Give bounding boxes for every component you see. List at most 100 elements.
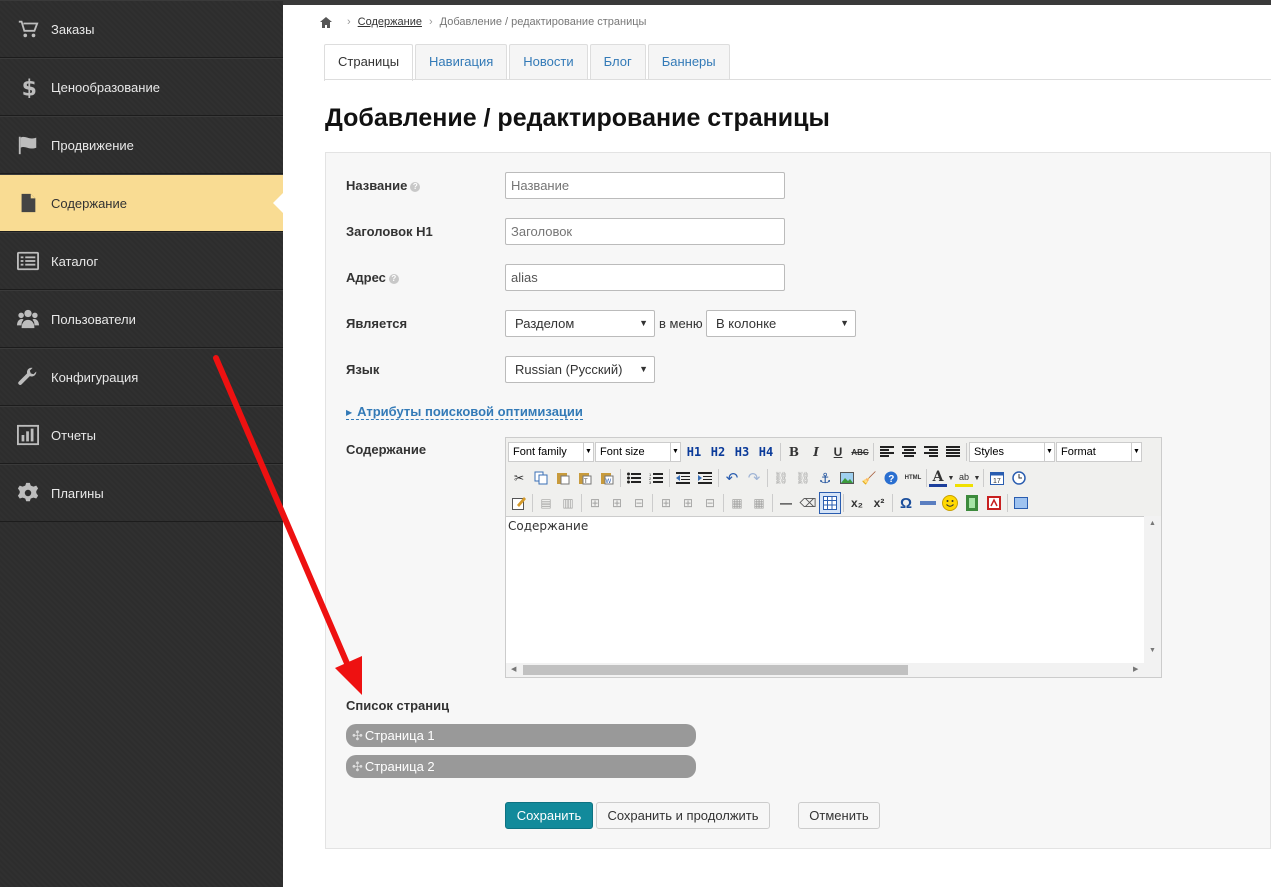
link-icon[interactable]: ⛓ [770, 467, 792, 489]
help-icon[interactable]: ? [388, 274, 399, 284]
text-color-icon[interactable]: A [929, 469, 947, 487]
align-justify-icon[interactable] [942, 441, 964, 463]
tab-pages[interactable]: Страницы [324, 44, 414, 81]
font-family-select[interactable]: Font family ▼ [508, 442, 594, 462]
scroll-down-icon[interactable]: ▼ [1149, 647, 1156, 654]
help-icon[interactable]: ? [410, 182, 421, 192]
superscript-icon[interactable]: x² [868, 492, 890, 514]
align-right-icon[interactable] [920, 441, 942, 463]
indent-icon[interactable] [694, 467, 716, 489]
list-item[interactable]: ✣ Страница 1 [346, 724, 696, 747]
tab-blog[interactable]: Блог [589, 44, 646, 80]
scroll-up-icon[interactable]: ▲ [1149, 520, 1156, 527]
save-button[interactable]: Сохранить [505, 802, 593, 829]
table-icon[interactable] [819, 492, 841, 514]
scrollbar-thumb[interactable] [523, 665, 908, 675]
italic-button[interactable]: I [805, 441, 827, 463]
table-cell-props-icon[interactable]: ▥ [557, 492, 579, 514]
cleanup-icon[interactable]: 🧹 [858, 467, 880, 489]
undo-icon[interactable]: ↶ [721, 467, 743, 489]
sidebar-item-promotion[interactable]: Продвижение [0, 116, 283, 174]
redo-icon[interactable]: ↷ [743, 467, 765, 489]
horizontal-rule-icon[interactable]: — [775, 492, 797, 514]
sidebar-item-configuration[interactable]: Конфигурация [0, 348, 283, 406]
special-char-icon[interactable]: Ω [895, 492, 917, 514]
highlight-color-icon[interactable]: ab [955, 469, 973, 487]
address-input[interactable] [505, 264, 785, 291]
tab-news[interactable]: Новости [509, 44, 588, 80]
anchor-icon[interactable]: ⚓ [814, 467, 836, 489]
copy-icon[interactable] [530, 467, 552, 489]
insert-column-before-icon[interactable]: ⊞ [655, 492, 677, 514]
move-icon[interactable]: ✣ [352, 759, 363, 774]
table-row-props-icon[interactable]: ▤ [535, 492, 557, 514]
cut-icon[interactable]: ✂ [508, 467, 530, 489]
underline-button[interactable]: U [827, 441, 849, 463]
tab-navigation[interactable]: Навигация [415, 44, 508, 80]
merge-cells-icon[interactable]: ▦ [748, 492, 770, 514]
editor-content-area[interactable]: Содержание [506, 516, 1161, 663]
insert-time-icon[interactable] [1008, 467, 1030, 489]
insert-column-after-icon[interactable]: ⊞ [677, 492, 699, 514]
html-source-button[interactable]: HTML [902, 467, 924, 489]
insert-row-before-icon[interactable]: ⊞ [584, 492, 606, 514]
media-icon[interactable] [961, 492, 983, 514]
breadcrumb-link-content[interactable]: Содержание [358, 16, 422, 28]
h1-input[interactable] [505, 218, 785, 245]
tab-banners[interactable]: Баннеры [647, 44, 730, 80]
bold-button[interactable]: B [783, 441, 805, 463]
language-select[interactable]: Russian (Русский) ▼ [505, 356, 655, 383]
menu-select[interactable]: В колонке ▼ [706, 310, 856, 337]
editor-vertical-scrollbar[interactable]: ▲ ▼ [1144, 516, 1161, 663]
sidebar-item-orders[interactable]: Заказы [0, 0, 283, 58]
save-and-continue-button[interactable]: Сохранить и продолжить [596, 802, 770, 829]
align-center-icon[interactable] [898, 441, 920, 463]
flash-icon[interactable] [983, 492, 1005, 514]
outdent-icon[interactable] [672, 467, 694, 489]
heading-2-button[interactable]: H2 [706, 441, 730, 463]
eraser-icon[interactable]: ⌫ [797, 492, 819, 514]
fullscreen-icon[interactable] [1010, 492, 1032, 514]
image-icon[interactable] [836, 467, 858, 489]
emoticon-icon[interactable] [939, 492, 961, 514]
font-size-select[interactable]: Font size ▼ [595, 442, 681, 462]
list-item[interactable]: ✣ Страница 2 [346, 755, 696, 778]
move-icon[interactable]: ✣ [352, 728, 363, 743]
numbered-list-icon[interactable]: 123 [645, 467, 667, 489]
heading-4-button[interactable]: H4 [754, 441, 778, 463]
edit-form-icon[interactable] [508, 492, 530, 514]
seo-attributes-link[interactable]: ▶ Атрибуты поисковой оптимизации [346, 404, 583, 420]
cancel-button[interactable]: Отменить [798, 802, 880, 829]
styles-select[interactable]: Styles ▼ [969, 442, 1055, 462]
chevron-down-icon[interactable]: ▼ [973, 467, 981, 489]
scroll-left-icon[interactable]: ◀ [511, 665, 516, 673]
paste-text-icon[interactable]: T [574, 467, 596, 489]
format-select[interactable]: Format ▼ [1056, 442, 1142, 462]
paste-word-icon[interactable]: W [596, 467, 618, 489]
insert-date-icon[interactable]: 17 [986, 467, 1008, 489]
help-circle-icon[interactable]: ? [880, 467, 902, 489]
sidebar-item-users[interactable]: Пользователи [0, 290, 283, 348]
paste-icon[interactable] [552, 467, 574, 489]
split-cells-icon[interactable]: ▦ [726, 492, 748, 514]
insert-row-after-icon[interactable]: ⊞ [606, 492, 628, 514]
heading-1-button[interactable]: H1 [682, 441, 706, 463]
heading-3-button[interactable]: H3 [730, 441, 754, 463]
scroll-right-icon[interactable]: ▶ [1133, 665, 1138, 673]
type-select[interactable]: Разделом ▼ [505, 310, 655, 337]
insert-line-icon[interactable] [917, 492, 939, 514]
delete-row-icon[interactable]: ⊟ [628, 492, 650, 514]
chevron-down-icon[interactable]: ▼ [947, 467, 955, 489]
sidebar-item-pricing[interactable]: $ Ценообразование [0, 58, 283, 116]
sidebar-item-catalog[interactable]: Каталог [0, 232, 283, 290]
unlink-icon[interactable]: ⛓ [792, 467, 814, 489]
sidebar-item-plugins[interactable]: Плагины [0, 464, 283, 522]
subscript-icon[interactable]: x₂ [846, 492, 868, 514]
delete-column-icon[interactable]: ⊟ [699, 492, 721, 514]
home-icon[interactable] [320, 16, 332, 28]
sidebar-item-reports[interactable]: Отчеты [0, 406, 283, 464]
align-left-icon[interactable] [876, 441, 898, 463]
strikethrough-button[interactable]: ABC [849, 441, 871, 463]
bullet-list-icon[interactable] [623, 467, 645, 489]
sidebar-item-content[interactable]: Содержание [0, 174, 283, 232]
